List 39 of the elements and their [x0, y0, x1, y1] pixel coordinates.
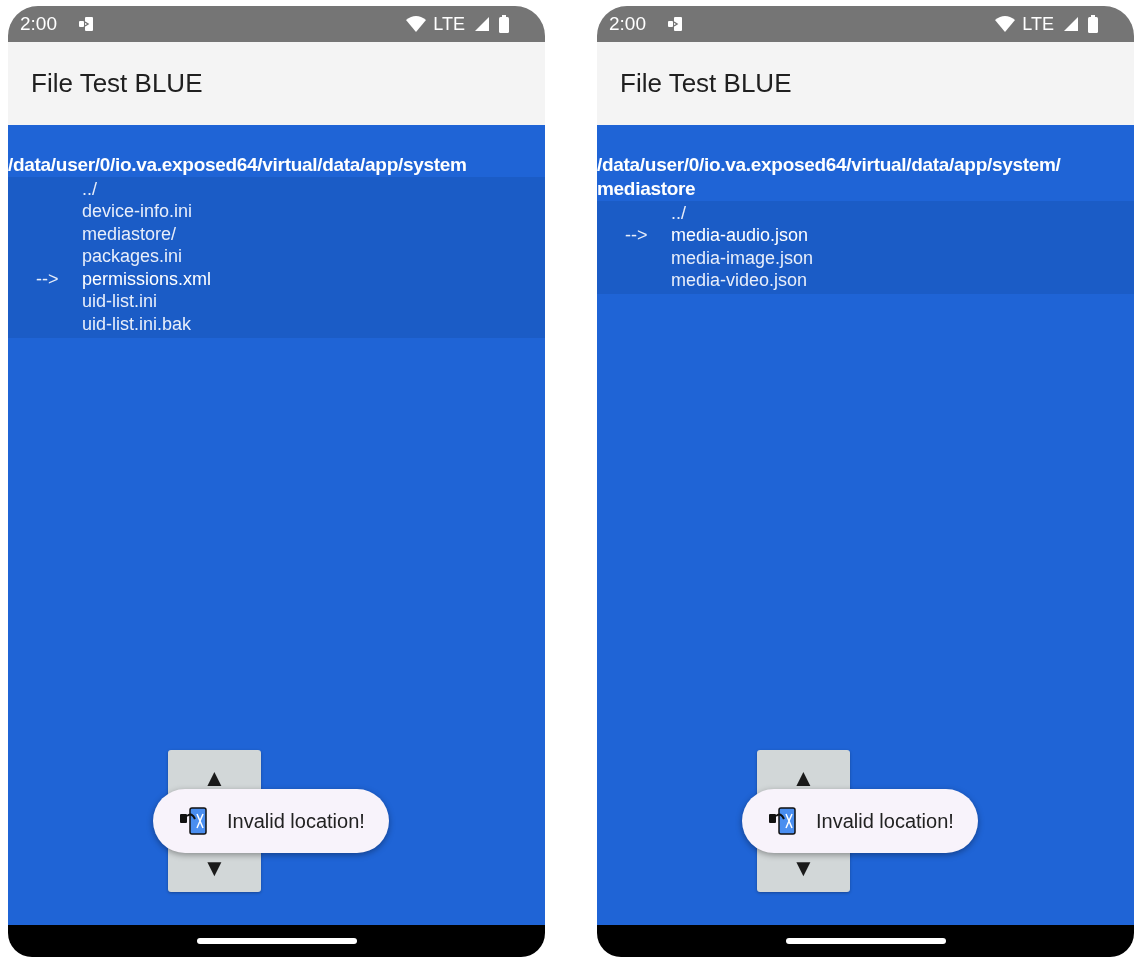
app-title: File Test BLUE [31, 68, 203, 99]
file-entry[interactable]: packages.ini [82, 246, 183, 268]
file-entry[interactable]: media-image.json [671, 247, 814, 269]
file-entry[interactable]: media-video.json [671, 270, 808, 292]
file-entry[interactable]: mediastore/ [82, 223, 177, 245]
file-entry[interactable]: uid-list.ini.bak [82, 313, 192, 335]
network-label: LTE [1022, 13, 1054, 35]
network-label: LTE [433, 13, 465, 35]
file-entry[interactable]: uid-list.ini [82, 291, 158, 313]
cursor-arrow: --> [624, 225, 649, 247]
directory-path: /data/user/0/io.va.exposed64/virtual/data/app/system/mediastore [597, 153, 1062, 201]
home-handle[interactable] [785, 938, 946, 944]
file-entry[interactable]: permissions.xml [82, 268, 212, 290]
file-entry[interactable]: ../ [82, 178, 97, 200]
battery-icon [499, 15, 509, 33]
file-entry[interactable]: device-info.ini [82, 201, 193, 223]
app-title: File Test BLUE [620, 68, 792, 99]
clock-time: 2:00 [609, 13, 646, 35]
up-arrow-button[interactable]: ▲ [791, 764, 816, 792]
wifi-icon [994, 15, 1017, 33]
down-arrow-button[interactable]: ▼ [791, 854, 816, 882]
signal-icon [1063, 16, 1079, 32]
clock-time: 2:00 [20, 13, 57, 35]
up-arrow-button[interactable]: ▲ [202, 764, 227, 792]
toast-message: Invalid location! [816, 809, 954, 833]
wifi-icon [405, 15, 428, 33]
signal-icon [474, 16, 490, 32]
app-icon [179, 806, 209, 836]
app-icon [768, 806, 798, 836]
battery-icon [1088, 15, 1098, 33]
directory-path: /data/user/0/io.va.exposed64/virtual/data/app/system [8, 153, 468, 177]
toast-message: Invalid location! [227, 809, 365, 833]
file-entry[interactable]: media-audio.json [671, 225, 809, 247]
notification-icon [78, 16, 94, 32]
notification-icon [667, 16, 683, 32]
file-entry[interactable]: ../ [671, 202, 686, 224]
cursor-arrow: --> [35, 268, 60, 290]
down-arrow-button[interactable]: ▼ [202, 854, 227, 882]
home-handle[interactable] [196, 938, 357, 944]
